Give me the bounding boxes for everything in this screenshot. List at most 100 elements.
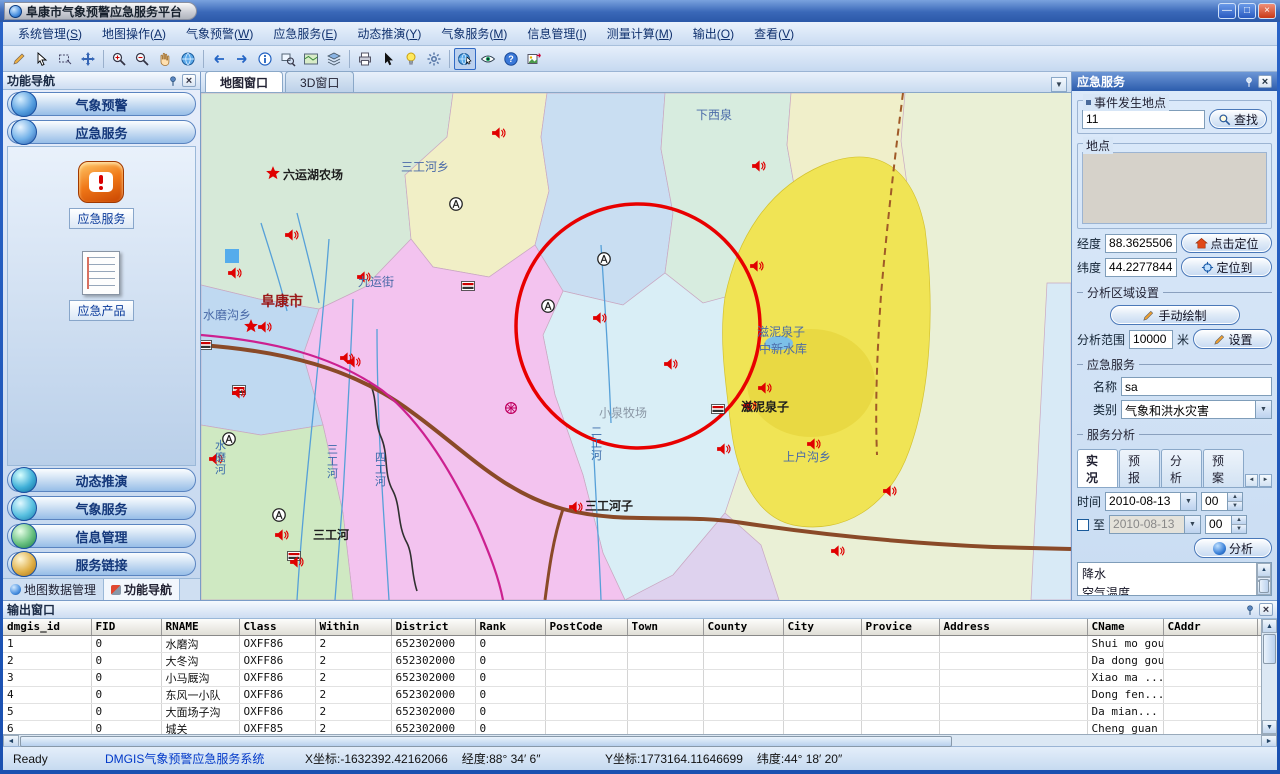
list-item-precipitation[interactable]: 降水 xyxy=(1080,564,1254,583)
map-viewport[interactable]: 下西泉六运湖农场三工河乡九运街阜康市水磨沟乡滋泥泉子中新水库滋泥泉子小泉牧场上户… xyxy=(201,93,1071,600)
right-panel-close-button[interactable]: × xyxy=(1258,75,1272,88)
title-bar[interactable]: 阜康市气象预警应急服务平台 — □ × xyxy=(0,0,1280,22)
full-extent-button[interactable] xyxy=(177,48,199,70)
identify-button[interactable] xyxy=(254,48,276,70)
column-header-CName[interactable]: CName xyxy=(1087,619,1163,635)
move-button[interactable] xyxy=(77,48,99,70)
column-header-District[interactable]: District xyxy=(391,619,475,635)
column-header-Provice[interactable]: Provice xyxy=(861,619,939,635)
end-date-combo[interactable]: 2010-08-13 ▼ xyxy=(1109,515,1201,534)
search-button[interactable]: 查找 xyxy=(1209,109,1267,129)
nav-group-weather-service[interactable]: 气象服务 xyxy=(7,496,196,520)
menu-item-2[interactable]: 地图操作(A) xyxy=(93,22,175,45)
tabs-scroll-left-button[interactable]: ◄ xyxy=(1245,474,1258,487)
tabs-scroll-right-button[interactable]: ► xyxy=(1259,474,1272,487)
zoom-in-button[interactable] xyxy=(108,48,130,70)
globe-locate-button[interactable] xyxy=(454,48,476,70)
list-scrollbar[interactable]: ▲ ▼ xyxy=(1256,563,1271,595)
tab-map-data-management[interactable]: 地图数据管理 xyxy=(3,579,104,600)
map-canvas[interactable]: 下西泉六运湖农场三工河乡九运街阜康市水磨沟乡滋泥泉子中新水库滋泥泉子小泉牧场上户… xyxy=(201,93,1071,600)
scroll-up-icon[interactable]: ▲ xyxy=(1257,563,1271,577)
end-time-checkbox[interactable] xyxy=(1077,519,1089,531)
nav-group-information-management[interactable]: 信息管理 xyxy=(7,524,196,548)
range-set-button[interactable]: 设置 xyxy=(1193,329,1272,349)
start-date-combo[interactable]: 2010-08-13 ▼ xyxy=(1105,492,1197,511)
zoom-window-button[interactable] xyxy=(277,48,299,70)
service-name-input[interactable] xyxy=(1121,377,1272,396)
menu-item-10[interactable]: 查看(V) xyxy=(745,22,803,45)
spinner-up-icon[interactable]: ▲ xyxy=(1228,493,1242,501)
column-header-CAddr[interactable]: CAddr xyxy=(1163,619,1257,635)
table-row[interactable]: 60城关OXFF8526523020000Cheng guan xyxy=(3,720,1261,734)
column-header-Within[interactable]: Within xyxy=(315,619,391,635)
output-close-button[interactable]: × xyxy=(1259,603,1273,616)
pointer-button[interactable] xyxy=(377,48,399,70)
table-row[interactable]: 30小马厩沟OXFF8626523020000Xiao ma ... xyxy=(3,669,1261,686)
column-header-Town[interactable]: Town xyxy=(627,619,703,635)
scroll-track[interactable] xyxy=(1262,633,1277,720)
end-hour-spinner[interactable]: 00 ▲▼ xyxy=(1205,515,1247,534)
tab-3d-window[interactable]: 3D窗口 xyxy=(285,71,354,92)
print-button[interactable] xyxy=(354,48,376,70)
menu-item-4[interactable]: 应急服务(E) xyxy=(264,22,346,45)
nav-group-weather-warning[interactable]: 气象预警 xyxy=(7,92,196,116)
menu-item-7[interactable]: 信息管理(I) xyxy=(518,22,595,45)
minimize-button[interactable]: — xyxy=(1218,3,1236,19)
manual-draw-button[interactable]: 手动绘制 xyxy=(1110,305,1240,325)
menu-item-9[interactable]: 输出(O) xyxy=(684,22,743,45)
menu-item-3[interactable]: 气象预警(W) xyxy=(177,22,262,45)
scroll-track[interactable] xyxy=(19,735,1261,748)
overview-map-button[interactable] xyxy=(300,48,322,70)
tab-analysis[interactable]: 分析 xyxy=(1161,449,1202,487)
emergency-product-item[interactable]: 应急产品 xyxy=(69,251,133,321)
dropdown-icon[interactable]: ▼ xyxy=(1255,401,1271,418)
longitude-input[interactable] xyxy=(1105,234,1177,253)
service-type-combo[interactable]: 气象和洪水灾害 ▼ xyxy=(1121,400,1272,419)
pan-hand-button[interactable] xyxy=(154,48,176,70)
tab-map-window[interactable]: 地图窗口 xyxy=(205,71,283,92)
column-header-FID[interactable]: FID xyxy=(91,619,161,635)
scroll-thumb[interactable] xyxy=(1259,579,1269,593)
column-header-Rank[interactable]: Rank xyxy=(475,619,545,635)
locate-to-button[interactable]: 定位到 xyxy=(1181,257,1272,277)
click-locate-button[interactable]: 点击定位 xyxy=(1181,233,1272,253)
zoom-back-button[interactable] xyxy=(208,48,230,70)
spinner-up-icon[interactable]: ▲ xyxy=(1232,516,1246,524)
table-row[interactable]: 10水磨沟OXFF8626523020000Shui mo gou xyxy=(3,635,1261,652)
table-row[interactable]: 20大冬沟OXFF8626523020000Da dong gou xyxy=(3,652,1261,669)
spinner-down-icon[interactable]: ▼ xyxy=(1232,524,1246,533)
tab-forecast[interactable]: 预报 xyxy=(1119,449,1160,487)
scroll-thumb[interactable] xyxy=(1263,634,1276,664)
tab-plan[interactable]: 预案 xyxy=(1203,449,1244,487)
restore-button[interactable]: □ xyxy=(1238,3,1256,19)
scroll-track[interactable] xyxy=(1257,577,1271,581)
table-row[interactable]: 40东风一小队OXFF8626523020000Dong fen... xyxy=(3,686,1261,703)
nav-group-emergency-service[interactable]: 应急服务 xyxy=(7,120,196,144)
scroll-down-icon[interactable]: ▼ xyxy=(1262,720,1277,734)
close-button[interactable]: × xyxy=(1258,3,1276,19)
analyze-button[interactable]: 分析 xyxy=(1194,538,1272,558)
column-header-RNAME[interactable]: RNAME xyxy=(161,619,239,635)
dropdown-icon[interactable]: ▼ xyxy=(1184,516,1200,533)
select-box-button[interactable] xyxy=(54,48,76,70)
place-list[interactable] xyxy=(1082,152,1267,224)
zoom-next-button[interactable] xyxy=(231,48,253,70)
scroll-up-icon[interactable]: ▲ xyxy=(1262,619,1277,633)
column-header-County[interactable]: County xyxy=(703,619,783,635)
pin-icon[interactable] xyxy=(1243,76,1255,88)
list-item-air-temperature[interactable]: 空气温度 xyxy=(1080,583,1254,596)
output-vertical-scrollbar[interactable]: ▲ ▼ xyxy=(1261,619,1277,734)
range-input[interactable] xyxy=(1129,330,1173,349)
column-header-Class[interactable]: Class xyxy=(239,619,315,635)
left-panel-close-button[interactable]: × xyxy=(182,74,196,87)
nav-group-dynamic-deduction[interactable]: 动态推演 xyxy=(7,468,196,492)
result-table-viewport[interactable]: dmgis_idFIDRNAMEClassWithinDistrictRankP… xyxy=(3,619,1261,734)
edit-pencil-button[interactable] xyxy=(8,48,30,70)
menu-item-5[interactable]: 动态推演(Y) xyxy=(348,22,430,45)
map-tab-list-button[interactable]: ▼ xyxy=(1051,77,1067,92)
emergency-service-item[interactable]: 应急服务 xyxy=(69,161,133,229)
output-horizontal-scrollbar[interactable]: ◄ ► xyxy=(3,734,1277,748)
column-header-PostCode[interactable]: PostCode xyxy=(545,619,627,635)
scroll-thumb[interactable] xyxy=(20,736,952,747)
event-location-input[interactable] xyxy=(1082,110,1205,129)
